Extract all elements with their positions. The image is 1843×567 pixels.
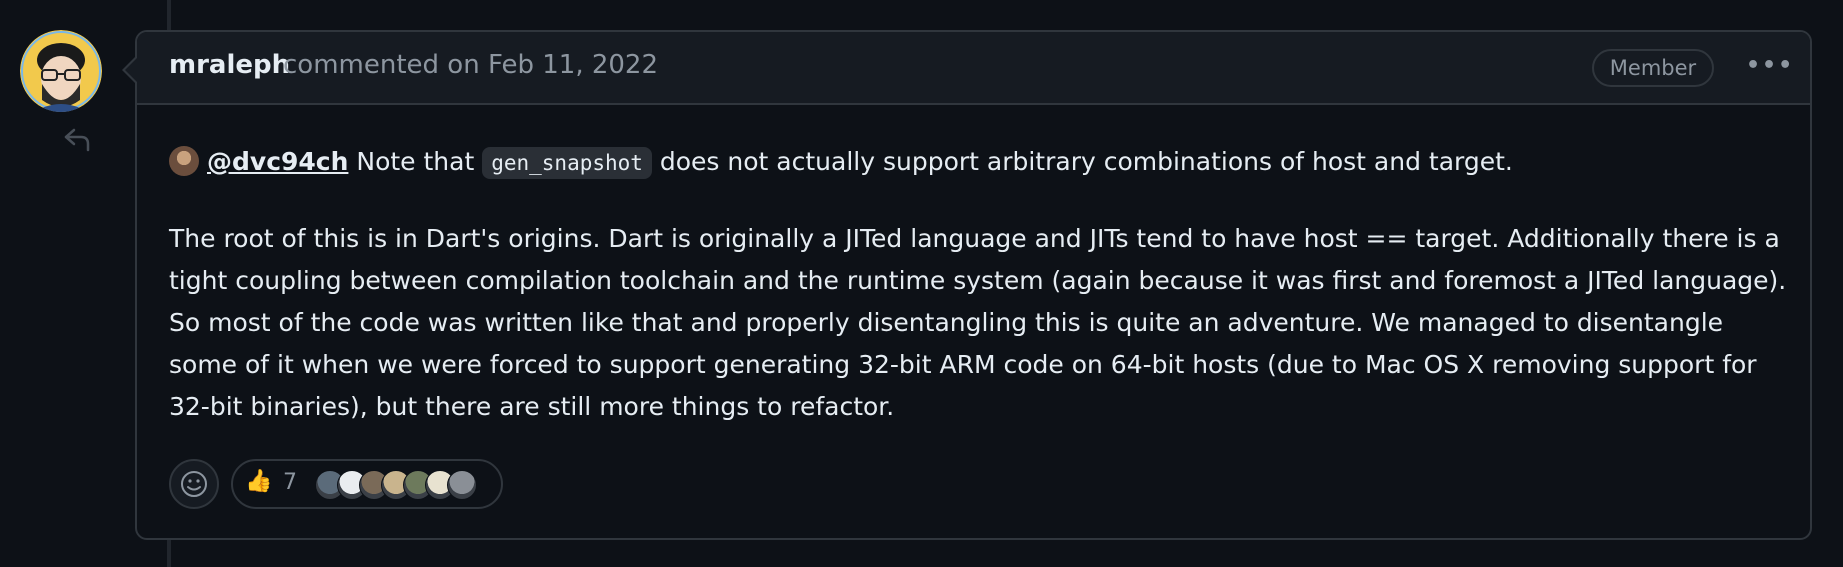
smiley-icon bbox=[181, 471, 207, 497]
inline-code: gen_snapshot bbox=[482, 147, 652, 179]
comment-header: mraleph commented on Feb 11, 2022 Member… bbox=[137, 32, 1810, 105]
comment-text-suffix: does not actually support arbitrary comb… bbox=[651, 147, 1513, 176]
author-avatar[interactable] bbox=[20, 30, 102, 112]
reactor-avatar[interactable] bbox=[447, 470, 477, 500]
thumbs-up-icon: 👍 bbox=[245, 469, 273, 494]
comment-pointer-inner bbox=[125, 58, 137, 82]
more-options-icon[interactable]: ••• bbox=[1746, 50, 1792, 84]
comment-text-prefix: Note that bbox=[348, 147, 483, 176]
comment-timestamp[interactable]: commented on Feb 11, 2022 bbox=[283, 50, 658, 80]
issue-timeline: mraleph commented on Feb 11, 2022 Member… bbox=[0, 0, 1843, 567]
reaction-count: 7 bbox=[283, 470, 297, 495]
comment-paragraph: The root of this is in Dart's origins. D… bbox=[169, 224, 1787, 421]
add-reaction-button[interactable] bbox=[169, 459, 219, 509]
comment-box: mraleph commented on Feb 11, 2022 Member… bbox=[135, 30, 1812, 540]
comment-author[interactable]: mraleph bbox=[169, 50, 290, 80]
mention-avatar[interactable] bbox=[169, 146, 199, 176]
thumbs-up-reaction-button[interactable]: 👍 7 bbox=[231, 459, 503, 509]
member-badge: Member bbox=[1592, 49, 1714, 87]
comment-first-line: @dvc94ch Note that gen_snapshot does not… bbox=[169, 142, 1513, 182]
mention-link[interactable]: @dvc94ch bbox=[207, 147, 348, 176]
reply-icon[interactable] bbox=[62, 124, 92, 154]
